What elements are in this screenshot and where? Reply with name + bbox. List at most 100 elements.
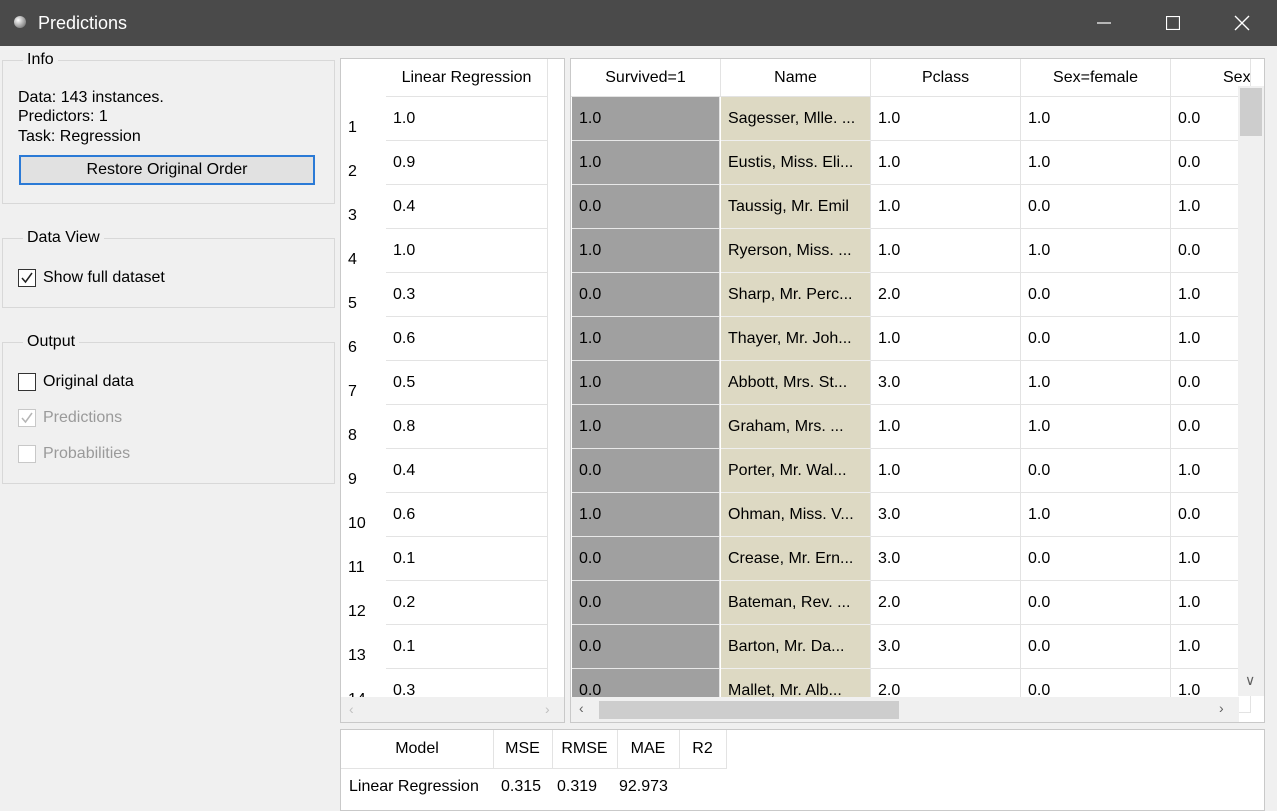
pclass-cell[interactable]: 3.0 bbox=[871, 537, 1021, 581]
scroll-left-icon[interactable]: ‹ bbox=[349, 701, 354, 717]
prediction-cell[interactable]: 0.6 bbox=[386, 493, 548, 537]
name-cell[interactable]: Graham, Mrs. ... bbox=[721, 405, 871, 449]
survived-cell[interactable]: 1.0 bbox=[572, 229, 720, 273]
prediction-cell[interactable]: 1.0 bbox=[386, 97, 548, 141]
pclass-column-header[interactable]: Pclass bbox=[871, 59, 1021, 97]
sex-female-cell[interactable]: 1.0 bbox=[1021, 229, 1171, 273]
sex-female-cell[interactable]: 0.0 bbox=[1021, 317, 1171, 361]
name-cell[interactable]: Sharp, Mr. Perc... bbox=[721, 273, 871, 317]
prediction-cell[interactable]: 0.2 bbox=[386, 581, 548, 625]
restore-original-order-button[interactable]: Restore Original Order bbox=[19, 155, 315, 185]
prediction-cell[interactable]: 0.9 bbox=[386, 141, 548, 185]
checkbox-unchecked-icon[interactable] bbox=[18, 373, 36, 391]
survived-cell[interactable]: 0.0 bbox=[572, 537, 720, 581]
name-cell[interactable]: Crease, Mr. Ern... bbox=[721, 537, 871, 581]
data-table[interactable]: Survived=1NamePclassSex=femaleSex= 1.0Sa… bbox=[570, 58, 1265, 723]
prediction-cell[interactable]: 0.1 bbox=[386, 537, 548, 581]
pclass-cell[interactable]: 1.0 bbox=[871, 185, 1021, 229]
sex-female-cell[interactable]: 0.0 bbox=[1021, 449, 1171, 493]
scroll-down-icon[interactable]: ∨ bbox=[1245, 672, 1255, 689]
survived-cell[interactable]: 0.0 bbox=[572, 185, 720, 229]
survived-cell[interactable]: 0.0 bbox=[572, 625, 720, 669]
survived-cell[interactable]: 1.0 bbox=[572, 493, 720, 537]
row-number[interactable]: 7 bbox=[341, 361, 386, 405]
show-full-dataset-checkbox[interactable]: Show full dataset bbox=[18, 269, 165, 287]
row-number[interactable]: 13 bbox=[341, 625, 386, 669]
data-horizontal-scrollbar[interactable]: ‹ › bbox=[571, 697, 1239, 722]
pclass-cell[interactable]: 3.0 bbox=[871, 493, 1021, 537]
pclass-cell[interactable]: 1.0 bbox=[871, 405, 1021, 449]
prediction-cell[interactable]: 0.6 bbox=[386, 317, 548, 361]
pclass-cell[interactable]: 2.0 bbox=[871, 273, 1021, 317]
maximize-button[interactable] bbox=[1138, 0, 1208, 46]
prediction-cell[interactable]: 0.1 bbox=[386, 625, 548, 669]
minimize-button[interactable] bbox=[1069, 0, 1139, 46]
row-number[interactable]: 5 bbox=[341, 273, 386, 317]
row-number[interactable]: 4 bbox=[341, 229, 386, 273]
survived-cell[interactable]: 0.0 bbox=[572, 449, 720, 493]
prediction-cell[interactable]: 0.4 bbox=[386, 185, 548, 229]
predictions-column-header[interactable]: Linear Regression bbox=[386, 59, 548, 97]
name-cell[interactable]: Thayer, Mr. Joh... bbox=[721, 317, 871, 361]
sex-female-cell[interactable]: 1.0 bbox=[1021, 97, 1171, 141]
survived-cell[interactable]: 0.0 bbox=[572, 273, 720, 317]
pclass-cell[interactable]: 1.0 bbox=[871, 141, 1021, 185]
survived-cell[interactable]: 1.0 bbox=[572, 405, 720, 449]
pclass-cell[interactable]: 1.0 bbox=[871, 97, 1021, 141]
sex-female-cell[interactable]: 0.0 bbox=[1021, 537, 1171, 581]
row-number[interactable]: 12 bbox=[341, 581, 386, 625]
pclass-cell[interactable]: 3.0 bbox=[871, 361, 1021, 405]
row-number[interactable]: 9 bbox=[341, 449, 386, 493]
name-cell[interactable]: Ryerson, Miss. ... bbox=[721, 229, 871, 273]
row-number[interactable]: 6 bbox=[341, 317, 386, 361]
pclass-cell[interactable]: 2.0 bbox=[871, 581, 1021, 625]
predictions-table[interactable]: Linear Regression 1 1.0 2 0.9 3 0.4 4 1.0 5 0.3 6 0… bbox=[340, 58, 565, 723]
survived-cell[interactable]: 1.0 bbox=[572, 97, 720, 141]
scroll-right-icon[interactable]: › bbox=[1219, 700, 1224, 716]
horizontal-scroll-thumb[interactable] bbox=[599, 701, 899, 719]
prediction-cell[interactable]: 0.4 bbox=[386, 449, 548, 493]
sex-female-cell[interactable]: 0.0 bbox=[1021, 273, 1171, 317]
name-cell[interactable]: Sagesser, Mlle. ... bbox=[721, 97, 871, 141]
sex-female-cell[interactable]: 1.0 bbox=[1021, 405, 1171, 449]
prediction-cell[interactable]: 0.5 bbox=[386, 361, 548, 405]
prediction-cell[interactable]: 0.3 bbox=[386, 273, 548, 317]
original-data-checkbox[interactable]: Original data bbox=[18, 373, 134, 391]
sex-female-cell[interactable]: 0.0 bbox=[1021, 625, 1171, 669]
name-cell[interactable]: Barton, Mr. Da... bbox=[721, 625, 871, 669]
sex-female-cell[interactable]: 1.0 bbox=[1021, 141, 1171, 185]
survived-cell[interactable]: 1.0 bbox=[572, 141, 720, 185]
pclass-cell[interactable]: 1.0 bbox=[871, 317, 1021, 361]
row-number[interactable]: 8 bbox=[341, 405, 386, 449]
checkbox-checked-icon[interactable] bbox=[18, 269, 36, 287]
vertical-scroll-thumb[interactable] bbox=[1240, 88, 1262, 136]
row-number[interactable]: 2 bbox=[341, 141, 386, 185]
pclass-cell[interactable]: 1.0 bbox=[871, 449, 1021, 493]
predictions-horizontal-scrollbar[interactable]: ‹ › bbox=[341, 697, 564, 722]
name-cell[interactable]: Eustis, Miss. Eli... bbox=[721, 141, 871, 185]
survived-cell[interactable]: 0.0 bbox=[572, 581, 720, 625]
name-column-header[interactable]: Name bbox=[721, 59, 871, 97]
survived-column-header[interactable]: Survived=1 bbox=[571, 59, 721, 97]
row-number[interactable]: 3 bbox=[341, 185, 386, 229]
scroll-right-icon[interactable]: › bbox=[545, 701, 550, 717]
sex-female-column-header[interactable]: Sex=female bbox=[1021, 59, 1171, 97]
name-cell[interactable]: Abbott, Mrs. St... bbox=[721, 361, 871, 405]
prediction-cell[interactable]: 1.0 bbox=[386, 229, 548, 273]
sex-female-cell[interactable]: 0.0 bbox=[1021, 581, 1171, 625]
name-cell[interactable]: Bateman, Rev. ... bbox=[721, 581, 871, 625]
scroll-left-icon[interactable]: ‹ bbox=[579, 700, 584, 716]
pclass-cell[interactable]: 1.0 bbox=[871, 229, 1021, 273]
prediction-cell[interactable]: 0.8 bbox=[386, 405, 548, 449]
row-number[interactable]: 1 bbox=[341, 97, 386, 141]
survived-cell[interactable]: 1.0 bbox=[572, 361, 720, 405]
name-cell[interactable]: Porter, Mr. Wal... bbox=[721, 449, 871, 493]
pclass-cell[interactable]: 3.0 bbox=[871, 625, 1021, 669]
row-number[interactable]: 11 bbox=[341, 537, 386, 581]
data-vertical-scrollbar[interactable]: ∨ bbox=[1238, 86, 1264, 696]
name-cell[interactable]: Ohman, Miss. V... bbox=[721, 493, 871, 537]
close-button[interactable] bbox=[1207, 0, 1277, 46]
row-number[interactable]: 10 bbox=[341, 493, 386, 537]
sex-female-cell[interactable]: 1.0 bbox=[1021, 361, 1171, 405]
sex-female-cell[interactable]: 0.0 bbox=[1021, 185, 1171, 229]
